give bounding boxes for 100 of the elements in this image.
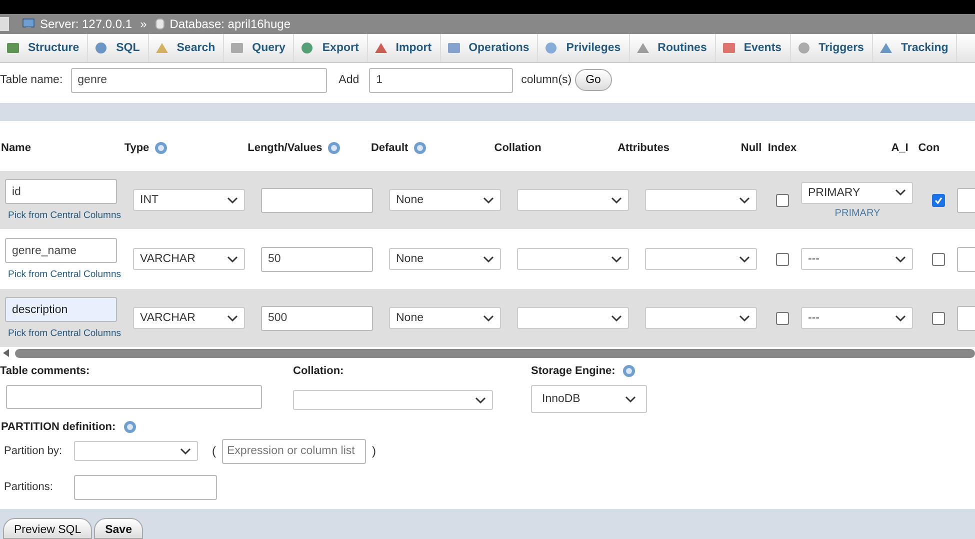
tab[interactable]: Events: [716, 34, 791, 62]
collation-label: Collation:: [293, 365, 345, 377]
chevron-icon: [611, 196, 622, 204]
type-select[interactable]: VARCHAR: [133, 248, 245, 270]
length-field[interactable]: 50: [261, 246, 373, 272]
help-icon[interactable]: [623, 365, 636, 377]
chevron-icon: [611, 256, 622, 262]
table-collation-select[interactable]: [293, 390, 493, 410]
auto-increment-checkbox[interactable]: [932, 312, 944, 324]
scrollbar-thumb[interactable]: [15, 348, 975, 358]
column-name-field[interactable]: genre_name: [5, 238, 117, 263]
column-count-field[interactable]: 1: [369, 68, 514, 92]
type-select[interactable]: INT: [133, 189, 245, 211]
chevron-icon: [895, 189, 906, 196]
go-button[interactable]: Go: [574, 69, 612, 91]
partition-title: PARTITION definition:: [1, 421, 116, 433]
tab[interactable]: Triggers: [790, 34, 873, 62]
form-button[interactable]: Save: [94, 518, 143, 539]
central-columns-link[interactable]: Pick from Central Columns: [5, 269, 121, 280]
index-select[interactable]: ---: [801, 248, 913, 270]
tab[interactable]: Query: [224, 34, 294, 62]
table-comments-label: Table comments:: [0, 365, 91, 377]
chevron-icon: [483, 314, 494, 322]
default-select[interactable]: None: [389, 248, 501, 270]
chevron-icon: [227, 256, 238, 262]
database-link[interactable]: Database: april16huge: [170, 17, 291, 31]
server-icon: [22, 18, 35, 30]
storage-engine-label: Storage Engine:: [531, 365, 616, 377]
chevron-icon: [739, 196, 750, 204]
column-header: Attributes: [618, 142, 670, 154]
tab[interactable]: Export: [294, 34, 368, 62]
null-checkbox[interactable]: [776, 252, 788, 266]
column-header: Null: [740, 142, 762, 154]
partition-by-label: Partition by:: [3, 445, 64, 457]
chevron-icon: [895, 314, 906, 322]
chevron-icon: [625, 396, 636, 402]
tab[interactable]: Routines: [630, 34, 716, 62]
index-select[interactable]: ---: [801, 307, 913, 329]
chevron-icon: [483, 256, 494, 262]
help-icon[interactable]: [124, 421, 136, 433]
chevron-icon: [739, 314, 750, 322]
tab[interactable]: Import: [368, 34, 441, 62]
column-header: Default: [370, 142, 408, 154]
add-label: Add: [338, 74, 360, 86]
chevron-icon: [739, 256, 750, 262]
auto-increment-checkbox[interactable]: [932, 194, 944, 206]
table-name-field[interactable]: genre: [70, 68, 327, 92]
attributes-select[interactable]: [645, 248, 757, 270]
tab[interactable]: Privileges: [538, 34, 630, 62]
open-parenthesis: (: [212, 444, 216, 458]
help-icon[interactable]: [155, 142, 168, 154]
tab[interactable]: SQL: [88, 34, 149, 62]
chevron-icon: [227, 196, 238, 204]
null-checkbox[interactable]: [776, 312, 788, 324]
collation-select[interactable]: [517, 307, 629, 329]
breadcrumb-separator: »: [140, 17, 147, 31]
expression-field[interactable]: Expression or column list: [222, 438, 366, 464]
chevron-icon: [483, 196, 494, 204]
column-header: Con: [918, 142, 940, 154]
close-parenthesis: ): [372, 444, 376, 458]
help-icon[interactable]: [328, 142, 340, 154]
partitions-field[interactable]: [74, 474, 217, 500]
partitions-label: Partitions:: [3, 481, 54, 493]
tab[interactable]: Structure: [0, 34, 88, 62]
column-name-field[interactable]: description: [5, 297, 117, 322]
tab[interactable]: Tracking: [872, 34, 958, 62]
column-header: A_I: [891, 142, 908, 154]
tab[interactable]: Operations: [440, 34, 538, 62]
central-columns-link[interactable]: Pick from Central Columns: [5, 328, 121, 339]
length-field[interactable]: [261, 188, 373, 212]
help-icon[interactable]: [414, 142, 426, 154]
chevron-icon: [227, 314, 238, 322]
scroll-left-icon[interactable]: [3, 349, 9, 357]
collation-select[interactable]: [517, 248, 629, 270]
collation-select[interactable]: [517, 189, 629, 211]
chevron-icon: [895, 256, 906, 262]
form-button[interactable]: Preview SQL: [3, 518, 92, 539]
table-comments-field[interactable]: [6, 385, 262, 409]
default-select[interactable]: None: [389, 189, 501, 211]
type-select[interactable]: VARCHAR: [133, 307, 245, 329]
null-checkbox[interactable]: [776, 194, 788, 206]
column-name-field[interactable]: id: [5, 179, 117, 204]
attributes-select[interactable]: [645, 307, 757, 329]
central-columns-link[interactable]: Pick from Central Columns: [5, 210, 121, 221]
index-select[interactable]: PRIMARY: [801, 182, 913, 204]
tab[interactable]: Search: [148, 34, 224, 62]
partition-by-select[interactable]: [74, 441, 198, 461]
default-select[interactable]: None: [389, 307, 501, 329]
collapse-button[interactable]: [0, 17, 9, 31]
storage-engine-select[interactable]: InnoDB: [531, 385, 647, 413]
server-link[interactable]: Server: 127.0.0.1: [40, 17, 132, 31]
length-field[interactable]: 500: [261, 306, 373, 330]
column-header: Collation: [494, 142, 542, 154]
auto-increment-checkbox[interactable]: [932, 252, 944, 266]
column-header: Name: [1, 142, 31, 154]
column-header: Length/Values: [248, 142, 322, 154]
attributes-select[interactable]: [645, 189, 757, 211]
chevron-icon: [475, 396, 486, 404]
chevron-icon: [180, 448, 191, 454]
database-icon: [154, 18, 165, 30]
